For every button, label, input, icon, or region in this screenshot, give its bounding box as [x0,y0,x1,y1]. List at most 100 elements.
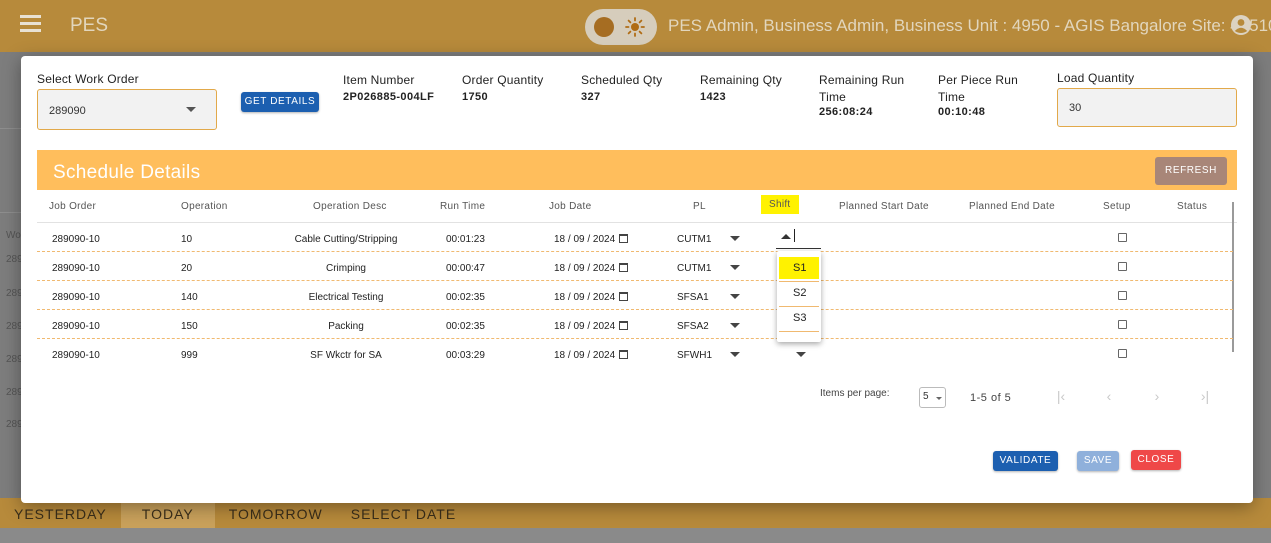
shift-dropdown: S1 S2 S3 [777,251,821,342]
load-quantity-field[interactable] [1057,88,1237,127]
info-value: 1423 [700,91,727,103]
first-page-icon[interactable]: |‹ [1054,389,1068,403]
info-label: Remaining Qty [700,73,782,87]
info-label: Per Piece Run Time [938,73,1018,104]
info-label: Item Number [343,73,415,87]
table-row: 289090-10 10 Cable Cutting/Stripping 00:… [37,223,1233,252]
job-date-input[interactable]: 18 / 09 / 2024 [554,263,629,274]
bottom-strip [0,528,1271,543]
col-operation-desc: Operation Desc [313,201,387,212]
account-icon[interactable] [1231,15,1251,35]
job-date-input[interactable]: 18 / 09 / 2024 [554,321,629,332]
chevron-down-icon[interactable] [730,294,740,299]
cell-operation: 999 [181,350,198,361]
next-page-icon[interactable]: › [1150,389,1164,403]
chevron-down-icon[interactable] [796,352,806,357]
setup-checkbox[interactable] [1118,233,1127,242]
table-row: 289090-10 140 Electrical Testing 00:02:3… [37,281,1233,310]
menu-icon[interactable] [20,15,41,33]
get-details-button[interactable]: GET DETAILS [241,92,319,112]
cell-operation-desc: Electrical Testing [308,292,384,303]
cell-pl: SFSA1 [677,292,709,303]
cell-run-time: 00:01:23 [446,234,485,245]
cell-operation: 140 [181,292,198,303]
shift-option-s3[interactable]: S3 [779,307,819,329]
table-row: 289090-10 999 SF Wkctr for SA 00:03:29 1… [37,339,1233,368]
setup-checkbox[interactable] [1118,262,1127,271]
job-date-input[interactable]: 18 / 09 / 2024 [554,350,629,361]
refresh-button[interactable]: REFRESH [1155,157,1227,185]
col-run-time: Run Time [440,201,486,212]
job-date-input[interactable]: 18 / 09 / 2024 [554,292,629,303]
cell-operation: 10 [181,234,193,245]
cell-pl: SFWH1 [677,350,712,361]
chevron-down-icon [186,107,196,112]
cell-job-order: 289090-10 [52,234,100,245]
col-operation: Operation [181,201,228,212]
table-row: 289090-10 20 Crimping 00:00:47 18 / 09 /… [37,252,1233,281]
work-order-select[interactable]: 289090 [37,89,217,130]
app-title: PES [70,15,109,36]
order-quantity-info: Order Quantity 1750 [462,72,544,103]
cell-run-time: 00:00:47 [446,263,485,274]
chevron-down-icon [936,397,942,400]
shift-option-s2[interactable]: S2 [779,282,819,304]
divider [779,331,819,332]
validate-button[interactable]: VALIDATE [993,451,1058,471]
shift-select-underline[interactable] [776,248,821,249]
cell-job-order: 289090-10 [52,292,100,303]
sun-icon [625,17,645,37]
per-piece-run-time-info: Per Piece Run Time 00:10:48 [938,72,1024,118]
calendar-icon[interactable] [619,350,629,359]
remaining-run-time-info: Remaining Run Time 256:08:24 [819,72,915,118]
info-value: 00:10:48 [938,106,986,118]
info-value: 327 [581,91,601,103]
cell-operation: 150 [181,321,198,332]
cell-operation-desc: Crimping [325,263,366,274]
page-range: 1-5 of 5 [970,392,1012,404]
cell-job-order: 289090-10 [52,350,100,361]
calendar-icon[interactable] [619,292,629,301]
toggle-knob [594,17,614,37]
cell-run-time: 00:03:29 [446,350,485,361]
cell-job-order: 289090-10 [52,263,100,274]
chevron-down-icon[interactable] [730,236,740,241]
table-row: 289090-10 150 Packing 00:02:35 18 / 09 /… [37,310,1233,339]
setup-checkbox[interactable] [1118,349,1127,358]
info-label: Remaining Run Time [819,73,905,104]
items-per-page-label: Items per page: [820,388,890,399]
last-page-icon[interactable]: ›| [1198,389,1212,403]
col-status: Status [1177,201,1208,212]
text-cursor [794,229,795,242]
calendar-icon[interactable] [619,234,629,243]
cell-job-date: 18 / 09 / 2024 [554,292,616,303]
chevron-up-icon[interactable] [781,234,791,239]
remaining-qty-info: Remaining Qty 1423 [700,72,782,103]
table-header: Job Order Operation Operation Desc Run T… [37,190,1237,223]
save-button[interactable]: SAVE [1077,451,1119,471]
chevron-down-icon[interactable] [730,352,740,357]
cell-job-date: 18 / 09 / 2024 [554,263,616,274]
shift-option-s1[interactable]: S1 [779,257,819,279]
cell-run-time: 00:02:35 [446,292,485,303]
close-button[interactable]: CLOSE [1131,450,1181,470]
user-info: PES Admin, Business Admin, Business Unit… [668,16,1271,35]
cell-operation-desc: SF Wkctr for SA [310,350,382,361]
chevron-down-icon[interactable] [730,323,740,328]
job-date-input[interactable]: 18 / 09 / 2024 [554,234,629,245]
calendar-icon[interactable] [619,321,629,330]
chevron-down-icon[interactable] [730,265,740,270]
setup-checkbox[interactable] [1118,320,1127,329]
previous-page-icon[interactable]: ‹ [1102,389,1116,403]
load-quantity-input[interactable] [1069,102,1219,114]
page-size-select[interactable]: 5 [919,387,946,408]
col-job-date: Job Date [549,201,592,212]
calendar-icon[interactable] [619,263,629,272]
cell-job-order: 289090-10 [52,321,100,332]
cell-job-date: 18 / 09 / 2024 [554,234,616,245]
col-shift: Shift [761,195,799,214]
col-planned-end-date: Planned End Date [969,201,1055,212]
theme-toggle[interactable] [585,9,657,45]
item-number-info: Item Number 2P026885-004LF [343,72,434,103]
setup-checkbox[interactable] [1118,291,1127,300]
